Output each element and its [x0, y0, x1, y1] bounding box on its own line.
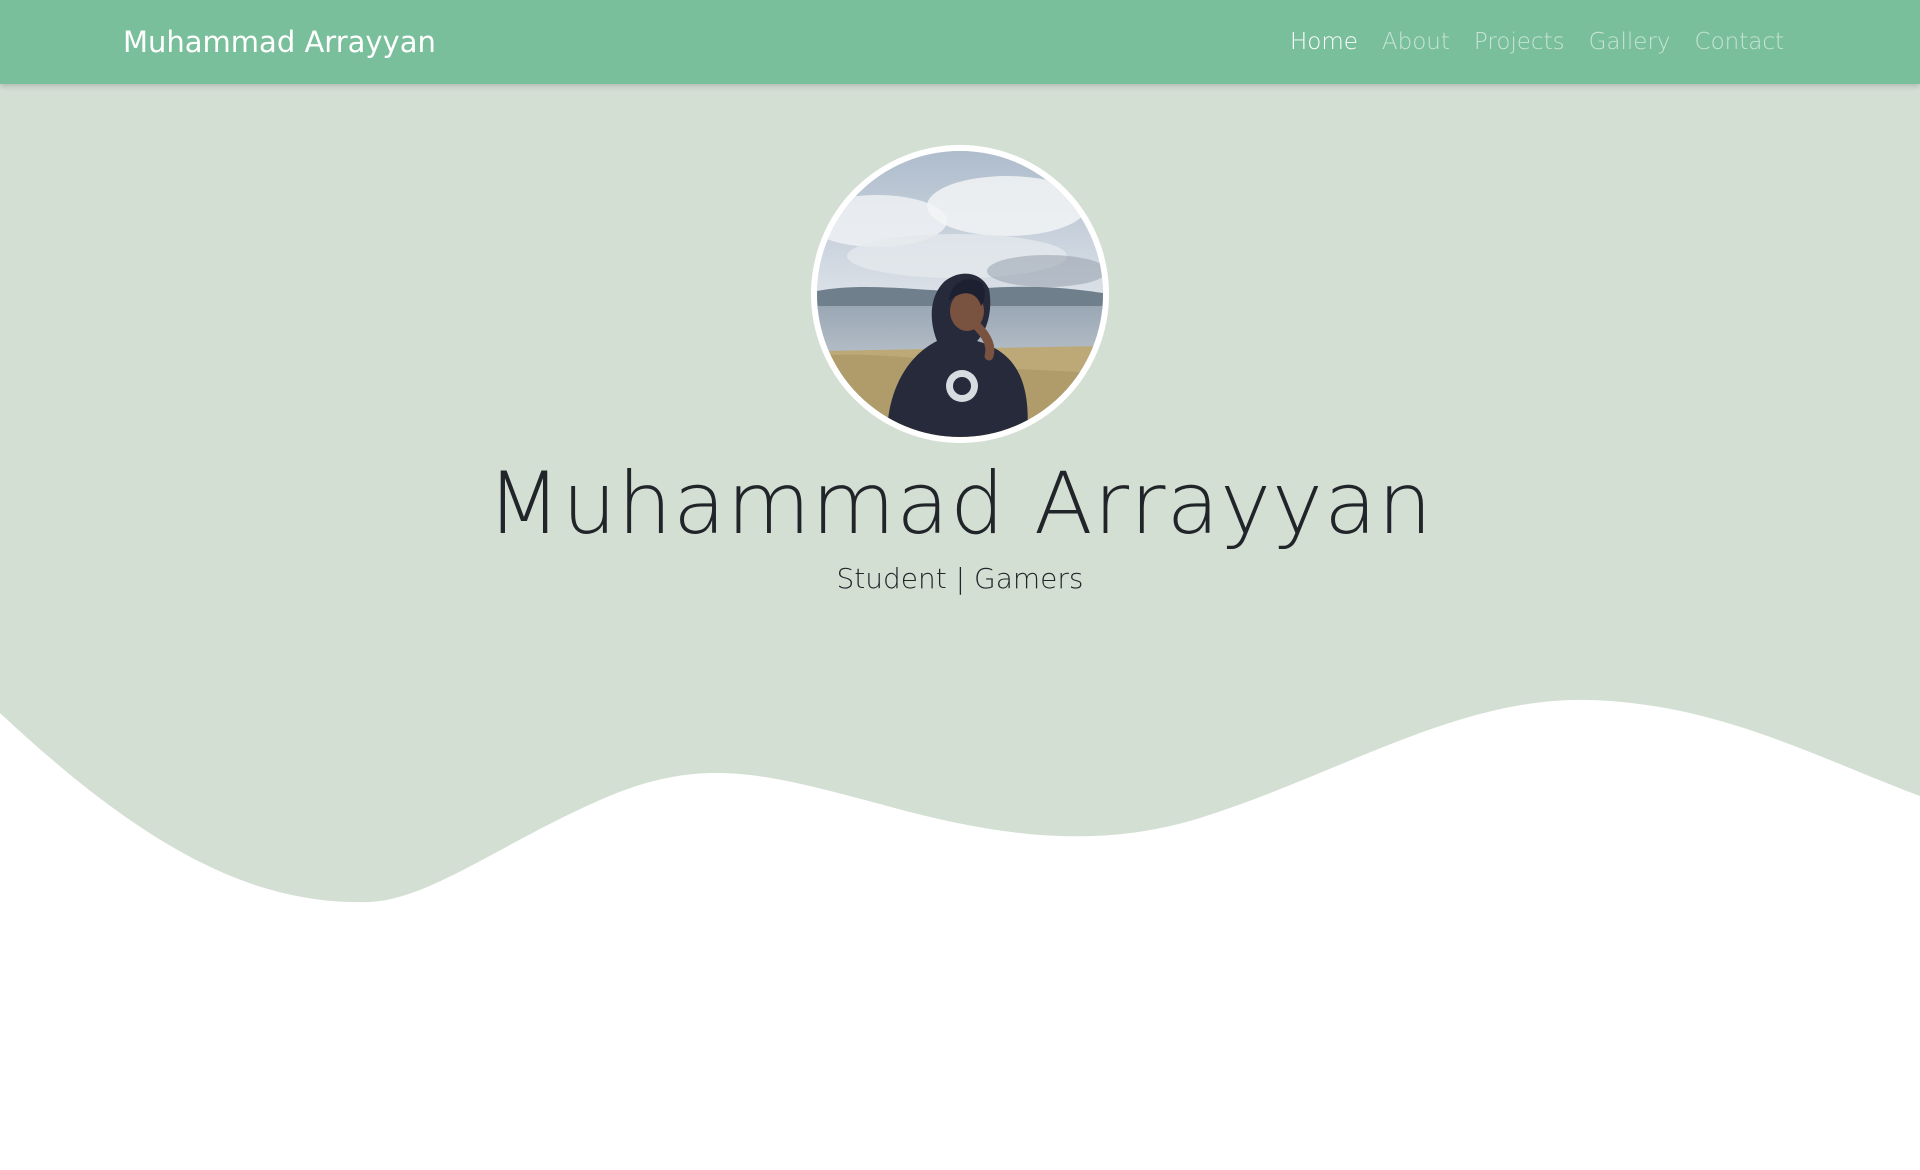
nav-item-contact: Contact — [1671, 29, 1784, 55]
subtitle-separator: | — [955, 562, 966, 595]
subtitle-role-student: Student — [836, 562, 947, 595]
nav-item-gallery: Gallery — [1565, 29, 1671, 55]
nav-links: Home About Projects Gallery Contact — [1266, 0, 1784, 84]
profile-photo — [817, 151, 1103, 437]
subtitle-role-gamers: Gamers — [974, 562, 1084, 595]
nav-link-projects[interactable]: Projects — [1474, 29, 1565, 55]
nav-item-home: Home — [1266, 29, 1358, 55]
hero-subtitle: Student | Gamers — [0, 562, 1920, 595]
nav-link-about[interactable]: About — [1382, 29, 1450, 55]
nav-item-about: About — [1358, 29, 1450, 55]
nav-link-contact[interactable]: Contact — [1695, 29, 1784, 55]
nav-link-home[interactable]: Home — [1290, 29, 1358, 55]
brand-link[interactable]: Muhammad Arrayyan — [123, 0, 436, 84]
navbar: Muhammad Arrayyan Home About Projects Ga… — [0, 0, 1920, 84]
hero-title: Muhammad Arrayyan — [486, 454, 1434, 554]
nav-link-gallery[interactable]: Gallery — [1589, 29, 1671, 55]
hero-section: Muhammad Arrayyan Student | Gamers — [0, 84, 1920, 1170]
profile-avatar — [811, 145, 1109, 443]
nav-item-projects: Projects — [1450, 29, 1565, 55]
